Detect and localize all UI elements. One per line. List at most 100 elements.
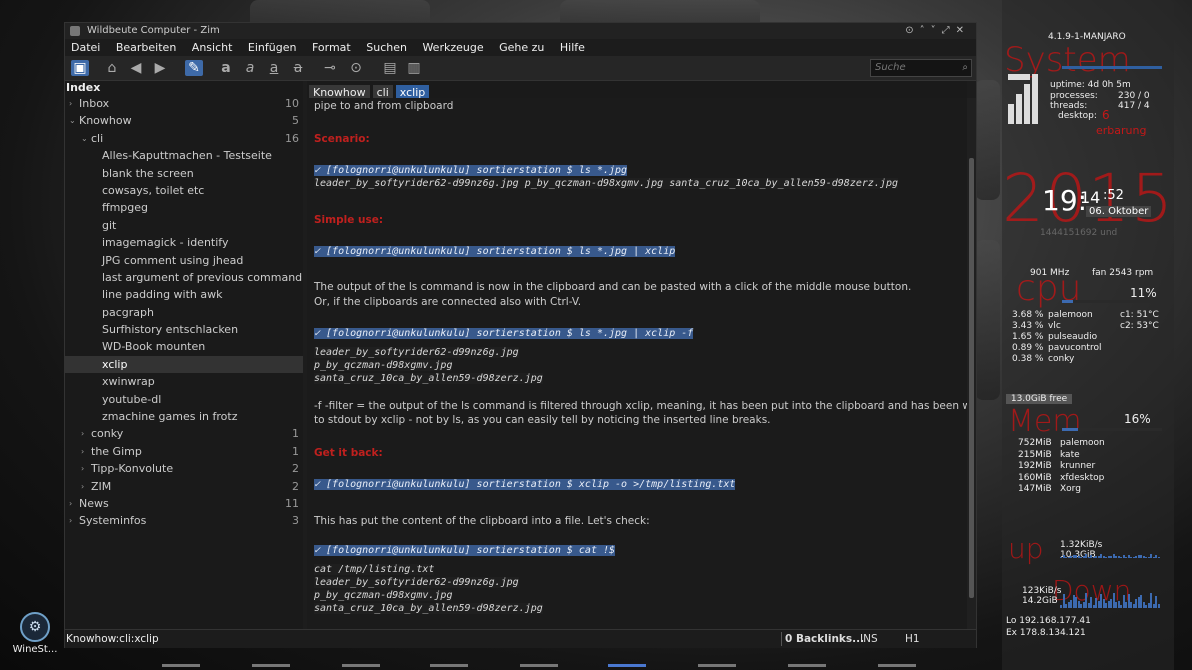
taskbar-slot[interactable] [162,664,200,667]
tree-node[interactable]: Surfhistory entschlacken [65,321,303,338]
expand-arrow-icon[interactable]: › [69,512,72,529]
forward-icon[interactable]: ▶ [151,60,169,76]
minimize-icon[interactable]: ˅ [931,25,942,36]
tree-node[interactable]: WD-Book mounten [65,338,303,355]
page-editor[interactable]: pipe to and from clipboard Scenario: ✓ [fo… [307,98,967,629]
style-indicator[interactable]: H1 [905,630,920,648]
menu-bearbeiten[interactable]: Bearbeiten [116,41,176,54]
tree-node[interactable]: git [65,217,303,234]
search-icon[interactable]: ⌕ [962,60,968,76]
menu-einfuegen[interactable]: Einfügen [248,41,297,54]
clipboard-icon[interactable]: ▥ [405,60,423,76]
insert-mode: INS [860,633,878,645]
taskbar-slot[interactable] [878,664,916,667]
tree-node[interactable]: › Tipp-Konvolute 2 [65,460,303,477]
collapse-arrow-icon[interactable]: ⌄ [69,112,76,129]
tree-node[interactable]: line padding with awk [65,286,303,303]
section-heading: Simple use: [314,214,384,226]
expand-arrow-icon[interactable]: › [81,478,84,495]
bold-icon[interactable]: a [217,60,235,76]
taskbar-slot[interactable] [342,664,380,667]
tree-node[interactable]: xwinwrap [65,373,303,390]
tree-node-label: JPG comment using jhead [102,253,244,267]
tree-node[interactable]: Alles-Kaputtmachen - Testseite [65,147,303,164]
ip-external: Ex 178.8.134.121 [1006,628,1086,638]
system-logo [1008,74,1044,124]
download-graph [1060,590,1160,608]
expand-arrow-icon[interactable]: › [81,425,84,442]
table-icon[interactable]: ▤ [381,60,399,76]
expand-arrow-icon[interactable]: › [81,443,84,460]
tree-node[interactable]: › News 11 [65,495,303,512]
paragraph-text: -f -filter = the output of the ls comman… [314,400,967,412]
taskbar-slot[interactable] [520,664,558,667]
expand-arrow-icon[interactable]: › [69,495,72,512]
search-input[interactable]: Suche ⌕ [870,59,972,77]
status-bar: Knowhow:cli:xclip 0 Backlinks... INS H1 [65,629,976,648]
tree-node[interactable]: pacgraph [65,304,303,321]
tree-node-label: imagemagick - identify [102,236,229,250]
editor-scrollbar[interactable] [967,98,976,629]
link-icon[interactable]: ⊸ [321,60,339,76]
tree-node-label: News [79,496,109,510]
tree-node[interactable]: › Inbox 10 [65,95,303,112]
up-title: up [1008,532,1044,565]
underline-icon[interactable]: a [265,60,283,76]
taskbar-slot[interactable] [252,664,290,667]
tree-node[interactable]: last argument of previous command [65,269,303,286]
tree-node[interactable]: ⌄ Knowhow 5 [65,112,303,129]
taskbar-slot-active[interactable] [608,664,646,667]
italic-icon[interactable]: a [241,60,259,76]
tree-node[interactable]: zmachine games in frotz [65,408,303,425]
backlinks-button[interactable]: 0 Backlinks... [785,630,864,648]
upload-graph [1060,552,1160,558]
ip-local: Lo 192.168.177.41 [1006,616,1091,626]
collapse-arrow-icon[interactable]: ⌄ [81,130,88,147]
tree-node[interactable]: blank the screen [65,165,303,182]
tree-node-label: last argument of previous command [102,270,303,284]
index-tree: › Inbox 10 ⌄ Knowhow 5 ⌄ cli 16 Alles-Kaputtmache… [65,95,303,530]
menu-format[interactable]: Format [312,41,351,54]
menu-werkzeuge[interactable]: Werkzeuge [422,41,483,54]
tree-node-label: Inbox [79,97,110,110]
tree-node[interactable]: youtube-dl [65,391,303,408]
home-icon[interactable]: ⌂ [103,60,121,76]
desktop-icon-winesteam[interactable]: ⚙ WineSt... [12,612,58,655]
paragraph-text: pipe to and from clipboard [314,100,454,112]
menu-ansicht[interactable]: Ansicht [192,41,233,54]
tree-node[interactable]: cowsays, toilet etc [65,182,303,199]
tree-node[interactable]: ⌄ cli 16 [65,130,303,147]
clock-minute: 14 [1080,188,1101,207]
cpu-bar-fill [1062,300,1073,303]
strike-icon[interactable]: a [289,60,307,76]
tree-node[interactable]: › Systeminfos 3 [65,512,303,529]
scrollbar-thumb[interactable] [969,158,974,598]
attach-icon[interactable]: ⊙ [347,60,365,76]
tree-node[interactable]: ffmpgeg [65,199,303,216]
tree-node[interactable]: imagemagick - identify [65,234,303,251]
back-icon[interactable]: ◀ [127,60,145,76]
menu-hilfe[interactable]: Hilfe [560,41,585,54]
expand-arrow-icon[interactable]: › [69,95,72,112]
taskbar-slot[interactable] [698,664,736,667]
menu-gehe-zu[interactable]: Gehe zu [499,41,544,54]
edit-icon[interactable]: ✎ [185,60,203,76]
conky-panel: 4.1.9-1-MANJARO System uptime: 4d 0h 5m … [1002,0,1174,670]
tree-node[interactable]: JPG comment using jhead [65,252,303,269]
expand-arrow-icon[interactable]: › [81,460,84,477]
menu-suchen[interactable]: Suchen [366,41,407,54]
cpu-proc-name: vlc [1048,321,1061,331]
menu-datei[interactable]: Datei [71,41,100,54]
tree-node[interactable]: › ZIM 2 [65,478,303,495]
sticky-icon[interactable]: ⊙ [905,25,919,36]
taskbar-slot[interactable] [430,664,468,667]
taskbar-slot[interactable] [788,664,826,667]
tree-node[interactable]: xclip [65,355,303,374]
title-bar[interactable]: Wildbeute Computer - Zim ⊙˄˅⤢✕ [65,23,976,39]
tree-node[interactable]: › the Gimp 1 [65,443,303,460]
shade-up-icon[interactable]: ˄ [920,25,931,36]
notebook-icon[interactable]: ▣ [71,60,89,76]
tree-node[interactable]: › conky 1 [65,425,303,442]
maximize-icon[interactable]: ⤢ [942,25,956,36]
close-icon[interactable]: ✕ [956,25,970,36]
